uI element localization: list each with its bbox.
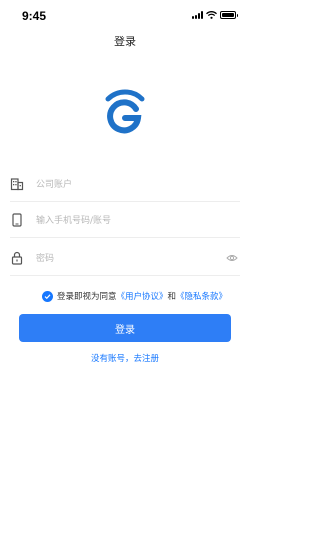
battery-icon [220,11,238,19]
eye-icon[interactable] [226,252,238,264]
phone-account-input[interactable]: 输入手机号码/账号 [36,213,240,226]
cellular-signal-icon [192,11,203,19]
status-time: 9:45 [22,9,47,23]
agreement-and: 和 [167,292,177,302]
password-field[interactable]: 密码 [10,240,240,276]
user-agreement-link[interactable]: 《用户协议》 [117,290,168,302]
login-button[interactable]: 登录 [19,314,231,342]
wifi-icon [206,11,217,19]
phone-account-field[interactable]: 输入手机号码/账号 [10,202,240,238]
phone-icon [10,212,24,227]
check-icon [44,293,51,299]
privacy-policy-link[interactable]: 《隐私条款》 [176,290,227,302]
app-logo-icon [105,89,145,134]
password-input[interactable]: 密码 [36,251,240,264]
agreement-checkbox[interactable] [42,290,53,302]
status-icons [192,11,238,19]
building-icon [10,177,24,191]
company-account-input[interactable]: 公司账户 [36,177,240,190]
agreement-prefix: 登录即视为同意 [57,292,117,302]
company-account-field[interactable]: 公司账户 [10,166,240,202]
status-bar: 9:45 [0,0,250,30]
register-link[interactable]: 没有账号，去注册 [0,352,250,364]
lock-icon [10,251,24,265]
page-title: 登录 [114,35,136,48]
agreement-row: 登录即视为同意 《用户协议》 和 《隐私条款》 [42,290,227,302]
